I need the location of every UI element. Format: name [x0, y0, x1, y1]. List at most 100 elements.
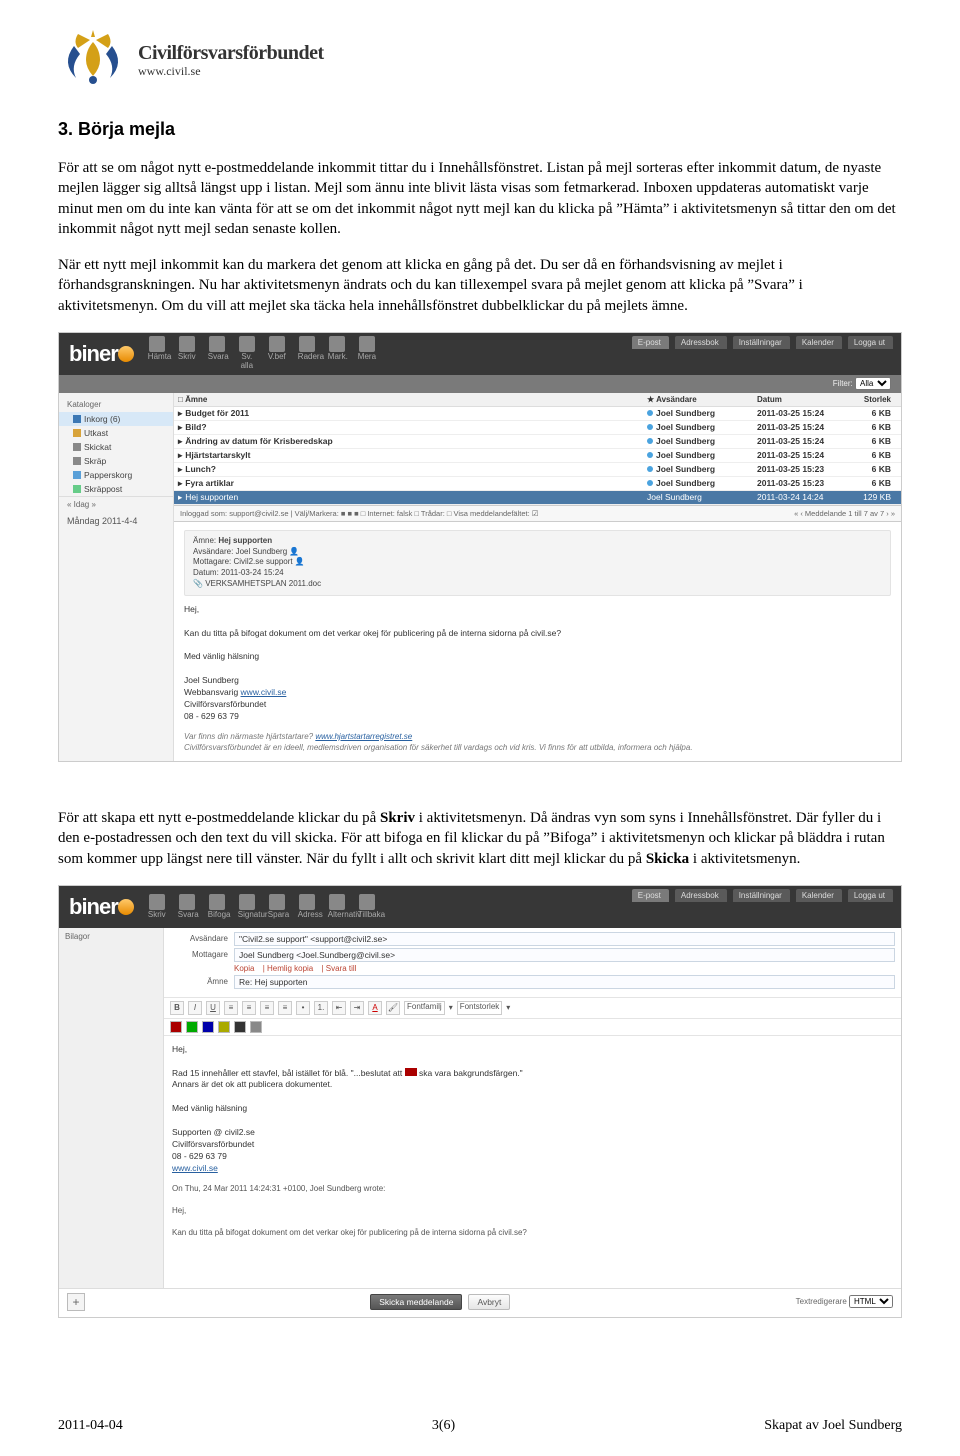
msg-row[interactable]: ▸ Ändring av datum för KrisberedskapJoel…	[174, 435, 901, 449]
reader-sidebar: Kataloger Inkorg (6) Utkast Skickat Skrä…	[59, 393, 174, 761]
tab-installningar[interactable]: Inställningar	[733, 889, 790, 902]
toolbar-svalla[interactable]: Sv. alla	[238, 336, 256, 371]
font-size-select[interactable]: Fontstorlek	[457, 1001, 503, 1015]
color-swatch[interactable]	[202, 1021, 214, 1033]
sidebar-skrappost[interactable]: Skräppost	[59, 482, 173, 496]
font-family-select[interactable]: Fontfamilj	[404, 1001, 445, 1015]
toolbar-hamta[interactable]: Hämta	[148, 336, 166, 371]
to-field[interactable]: Joel Sundberg <Joel.Sundberg@civil.se>	[234, 948, 895, 962]
msg-row[interactable]: ▸ Lunch?Joel Sundberg2011-03-25 15:236 K…	[174, 463, 901, 477]
sig-link[interactable]: www.civil.se	[172, 1163, 218, 1173]
tab-kalender[interactable]: Kalender	[796, 889, 842, 902]
folder-icon	[73, 443, 81, 451]
bg-color-icon[interactable]: 🖌	[386, 1001, 400, 1015]
msg-row[interactable]: ▸ Bild?Joel Sundberg2011-03-25 15:246 KB	[174, 421, 901, 435]
toolbar-radera[interactable]: Radera	[298, 336, 316, 371]
color-swatch[interactable]	[170, 1021, 182, 1033]
color-swatch[interactable]	[234, 1021, 246, 1033]
align-center-icon[interactable]: ≡	[242, 1001, 256, 1015]
toolbar-skriv[interactable]: Skriv	[178, 336, 196, 371]
send-button[interactable]: Skicka meddelande	[370, 1294, 462, 1310]
indent-icon[interactable]: ⇥	[350, 1001, 364, 1015]
subj-label: Ämne	[170, 977, 228, 986]
editor-mode-select[interactable]: HTML	[849, 1295, 893, 1308]
footer-date: 2011-04-04	[58, 1418, 123, 1434]
sig-link[interactable]: www.civil.se	[241, 687, 287, 697]
color-swatch[interactable]	[218, 1021, 230, 1033]
editor-mode-label: Textredigerare	[796, 1297, 847, 1306]
red-swatch	[405, 1068, 417, 1076]
composer-sidebar: Bilagor	[59, 928, 164, 1288]
color-swatches	[164, 1019, 901, 1036]
tab-loggaut[interactable]: Logga ut	[848, 336, 893, 349]
from-label: Avsändare	[170, 934, 228, 943]
add-attachment-button[interactable]: +	[67, 1293, 85, 1311]
filter-label: Filter:	[833, 379, 853, 388]
italic-button[interactable]: I	[188, 1001, 202, 1015]
msg-row[interactable]: ▸ Fyra artiklarJoel Sundberg2011-03-25 1…	[174, 477, 901, 491]
binero-logo: biner	[69, 894, 134, 920]
toolbar-bifoga[interactable]: Bifoga	[208, 894, 226, 920]
sidebar-skickat[interactable]: Skickat	[59, 440, 173, 454]
color-swatch[interactable]	[186, 1021, 198, 1033]
toolbar-alternativ[interactable]: Alternativ	[328, 894, 346, 920]
filter-select[interactable]: Alla	[855, 377, 891, 390]
sidebar-inkorg[interactable]: Inkorg (6)	[59, 412, 173, 426]
toolbar-adress[interactable]: Adress	[298, 894, 316, 920]
toolbar-mark[interactable]: Mark.	[328, 336, 346, 371]
bold-button[interactable]: B	[170, 1001, 184, 1015]
align-right-icon[interactable]: ≡	[260, 1001, 274, 1015]
msg-row[interactable]: ▸ HjärtstartarskyltJoel Sundberg2011-03-…	[174, 449, 901, 463]
msg-row-selected[interactable]: ▸ Hej supportenJoel Sundberg2011-03-24 1…	[174, 491, 901, 505]
toolbar-svara[interactable]: Svara	[178, 894, 196, 920]
sidebar-papperskorg[interactable]: Papperskorg	[59, 468, 173, 482]
org-name: Civilförsvarsförbundet	[138, 43, 324, 63]
status-icon	[647, 438, 653, 444]
folder-icon	[73, 429, 81, 437]
toolbar-mera[interactable]: Mera	[358, 336, 376, 371]
screenshot-mail-reader: biner Hämta Skriv Svara Sv. alla V.bef R…	[58, 332, 902, 762]
org-url: www.civil.se	[138, 65, 324, 77]
tab-installningar[interactable]: Inställningar	[733, 336, 790, 349]
sidebar-utkast[interactable]: Utkast	[59, 426, 173, 440]
text-color-icon[interactable]: A	[368, 1001, 382, 1015]
org-logo-icon	[58, 28, 128, 91]
toolbar-svara[interactable]: Svara	[208, 336, 226, 371]
msg-row[interactable]: ▸ Budget för 2011Joel Sundberg2011-03-25…	[174, 407, 901, 421]
status-icon	[647, 452, 653, 458]
status-icon	[647, 466, 653, 472]
color-swatch[interactable]	[250, 1021, 262, 1033]
toolbar-spara[interactable]: Spara	[268, 894, 286, 920]
toolbar-vbef[interactable]: V.bef	[268, 336, 286, 371]
tab-adressbok[interactable]: Adressbok	[675, 889, 727, 902]
toolbar-skriv[interactable]: Skriv	[148, 894, 166, 920]
tab-epost[interactable]: E-post	[632, 889, 669, 902]
list-ol-icon[interactable]: 1.	[314, 1001, 328, 1015]
cc-links[interactable]: Kopia | Hemlig kopia | Svara till	[234, 964, 362, 973]
subject-field[interactable]: Re: Hej supporten	[234, 975, 895, 989]
outdent-icon[interactable]: ⇤	[332, 1001, 346, 1015]
screenshot-mail-composer: biner Skriv Svara Bifoga Signatur Spara …	[58, 885, 902, 1318]
tab-loggaut[interactable]: Logga ut	[848, 889, 893, 902]
cancel-button[interactable]: Avbryt	[468, 1294, 510, 1310]
tab-adressbok[interactable]: Adressbok	[675, 336, 727, 349]
align-justify-icon[interactable]: ≡	[278, 1001, 292, 1015]
msg-list-header: □ Ämne ★ Avsändare Datum Storlek	[174, 393, 901, 407]
tab-epost[interactable]: E-post	[632, 336, 669, 349]
composer-body[interactable]: Hej, Rad 15 innehåller ett stavfel, bål …	[164, 1036, 901, 1246]
folder-icon	[73, 485, 81, 493]
toolbar-tillbaka[interactable]: Tillbaka	[358, 894, 376, 920]
toolbar-signatur[interactable]: Signatur	[238, 894, 256, 920]
list-ul-icon[interactable]: •	[296, 1001, 310, 1015]
page-footer: 2011-04-04 3(6) Skapat av Joel Sundberg	[58, 1418, 902, 1434]
foot-link[interactable]: www.hjartstartarregistret.se	[315, 732, 412, 741]
folder-icon	[73, 415, 81, 423]
footer-author: Skapat av Joel Sundberg	[764, 1418, 902, 1434]
underline-button[interactable]: U	[206, 1001, 220, 1015]
tab-kalender[interactable]: Kalender	[796, 336, 842, 349]
from-field[interactable]: "Civil2.se support" <support@civil2.se>	[234, 932, 895, 946]
to-label: Mottagare	[170, 950, 228, 959]
align-left-icon[interactable]: ≡	[224, 1001, 238, 1015]
sidebar-skrap[interactable]: Skräp	[59, 454, 173, 468]
sidebar-today-date: Måndag 2011-4-4	[59, 512, 173, 530]
